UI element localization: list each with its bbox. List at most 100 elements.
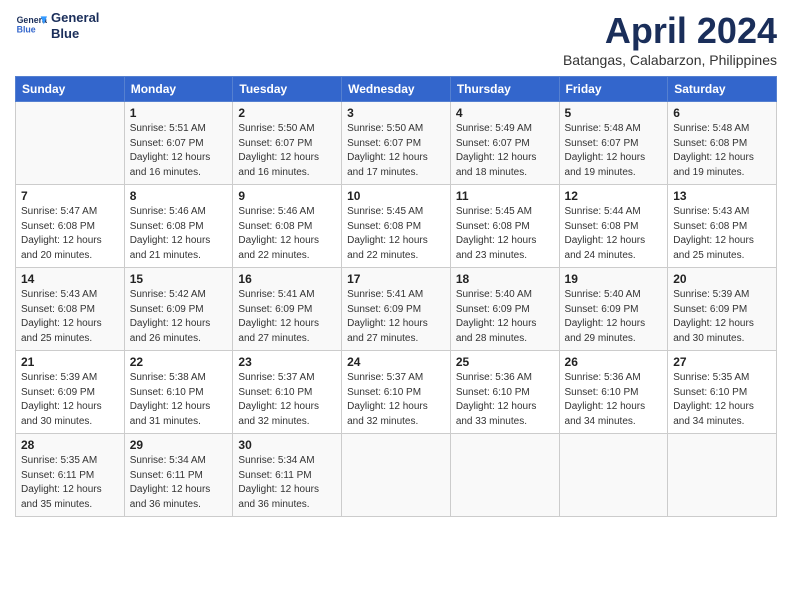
header: General Blue General Blue April 2024 Bat…: [15, 10, 777, 68]
day-header-thursday: Thursday: [450, 77, 559, 102]
day-cell: [450, 434, 559, 517]
day-info: Sunrise: 5:51 AM Sunset: 6:07 PM Dayligh…: [130, 122, 228, 180]
day-info: Sunrise: 5:34 AM Sunset: 6:11 PM Dayligh…: [238, 454, 336, 512]
day-cell: 26Sunrise: 5:36 AM Sunset: 6:10 PM Dayli…: [559, 351, 668, 434]
day-cell: 6Sunrise: 5:48 AM Sunset: 6:08 PM Daylig…: [668, 102, 777, 185]
day-cell: 3 Sunrise: 5:50 AM Sunset: 6:07 PM Daylig…: [342, 102, 451, 185]
day-cell: 19 Sunrise: 5:40 AM Sunset: 6:09 PM Dayli…: [559, 268, 668, 351]
day-cell: 27Sunrise: 5:35 AM Sunset: 6:10 PM Dayli…: [668, 351, 777, 434]
week-row-5: 28 Sunrise: 5:35 AM Sunset: 6:11 PM Dayli…: [16, 434, 777, 517]
day-info: Sunrise: 5:39 AM Sunset: 6:09 PM Dayligh…: [673, 288, 771, 346]
day-number: 3: [347, 106, 445, 120]
day-info: Sunrise: 5:41 AM Sunset: 6:09 PM Dayligh…: [347, 288, 445, 346]
day-info: Sunrise: 5:42 AM Sunset: 6:09 PM Dayligh…: [130, 288, 228, 346]
day-info: Sunrise: 5:36 AM Sunset: 6:10 PM Dayligh…: [565, 371, 663, 429]
day-number: 9: [238, 189, 336, 203]
day-cell: 11Sunrise: 5:45 AM Sunset: 6:08 PM Dayli…: [450, 185, 559, 268]
day-number: 8: [130, 189, 228, 203]
day-number: 28: [21, 438, 119, 452]
day-number: 29: [130, 438, 228, 452]
day-number: 21: [21, 355, 119, 369]
day-number: 17: [347, 272, 445, 286]
day-info: Sunrise: 5:43 AM Sunset: 6:08 PM Dayligh…: [673, 205, 771, 263]
day-header-friday: Friday: [559, 77, 668, 102]
day-info: Sunrise: 5:46 AM Sunset: 6:08 PM Dayligh…: [130, 205, 228, 263]
week-row-2: 7 Sunrise: 5:47 AM Sunset: 6:08 PM Daylig…: [16, 185, 777, 268]
day-cell: 12 Sunrise: 5:44 AM Sunset: 6:08 PM Dayli…: [559, 185, 668, 268]
location-subtitle: Batangas, Calabarzon, Philippines: [563, 52, 777, 68]
logo-icon: General Blue: [15, 10, 47, 42]
day-header-sunday: Sunday: [16, 77, 125, 102]
day-info: Sunrise: 5:49 AM Sunset: 6:07 PM Dayligh…: [456, 122, 554, 180]
svg-text:Blue: Blue: [17, 24, 36, 34]
day-cell: 10 Sunrise: 5:45 AM Sunset: 6:08 PM Dayli…: [342, 185, 451, 268]
day-number: 11: [456, 189, 554, 203]
day-cell: 21 Sunrise: 5:39 AM Sunset: 6:09 PM Dayli…: [16, 351, 125, 434]
day-cell: [668, 434, 777, 517]
day-number: 2: [238, 106, 336, 120]
day-info: Sunrise: 5:36 AM Sunset: 6:10 PM Dayligh…: [456, 371, 554, 429]
day-info: Sunrise: 5:50 AM Sunset: 6:07 PM Dayligh…: [238, 122, 336, 180]
day-info: Sunrise: 5:34 AM Sunset: 6:11 PM Dayligh…: [130, 454, 228, 512]
day-number: 25: [456, 355, 554, 369]
day-cell: 8 Sunrise: 5:46 AM Sunset: 6:08 PM Daylig…: [124, 185, 233, 268]
calendar-table: SundayMondayTuesdayWednesdayThursdayFrid…: [15, 76, 777, 517]
day-info: Sunrise: 5:47 AM Sunset: 6:08 PM Dayligh…: [21, 205, 119, 263]
day-number: 16: [238, 272, 336, 286]
week-row-1: 1 Sunrise: 5:51 AM Sunset: 6:07 PM Daylig…: [16, 102, 777, 185]
week-row-4: 21 Sunrise: 5:39 AM Sunset: 6:09 PM Dayli…: [16, 351, 777, 434]
day-cell: 7 Sunrise: 5:47 AM Sunset: 6:08 PM Daylig…: [16, 185, 125, 268]
day-number: 18: [456, 272, 554, 286]
week-row-3: 14 Sunrise: 5:43 AM Sunset: 6:08 PM Dayli…: [16, 268, 777, 351]
day-cell: 14 Sunrise: 5:43 AM Sunset: 6:08 PM Dayli…: [16, 268, 125, 351]
day-cell: 30 Sunrise: 5:34 AM Sunset: 6:11 PM Dayli…: [233, 434, 342, 517]
day-info: Sunrise: 5:46 AM Sunset: 6:08 PM Dayligh…: [238, 205, 336, 263]
day-cell: 25 Sunrise: 5:36 AM Sunset: 6:10 PM Dayli…: [450, 351, 559, 434]
day-info: Sunrise: 5:50 AM Sunset: 6:07 PM Dayligh…: [347, 122, 445, 180]
day-info: Sunrise: 5:41 AM Sunset: 6:09 PM Dayligh…: [238, 288, 336, 346]
day-number: 7: [21, 189, 119, 203]
day-info: Sunrise: 5:37 AM Sunset: 6:10 PM Dayligh…: [238, 371, 336, 429]
day-cell: 15 Sunrise: 5:42 AM Sunset: 6:09 PM Dayli…: [124, 268, 233, 351]
day-info: Sunrise: 5:35 AM Sunset: 6:10 PM Dayligh…: [673, 371, 771, 429]
day-number: 24: [347, 355, 445, 369]
logo: General Blue General Blue: [15, 10, 99, 42]
day-number: 20: [673, 272, 771, 286]
day-cell: [16, 102, 125, 185]
day-number: 4: [456, 106, 554, 120]
day-info: Sunrise: 5:45 AM Sunset: 6:08 PM Dayligh…: [347, 205, 445, 263]
day-cell: 24Sunrise: 5:37 AM Sunset: 6:10 PM Dayli…: [342, 351, 451, 434]
day-cell: 20 Sunrise: 5:39 AM Sunset: 6:09 PM Dayli…: [668, 268, 777, 351]
day-cell: [342, 434, 451, 517]
day-number: 6: [673, 106, 771, 120]
month-title: April 2024: [563, 10, 777, 52]
day-number: 15: [130, 272, 228, 286]
day-cell: 22Sunrise: 5:38 AM Sunset: 6:10 PM Dayli…: [124, 351, 233, 434]
day-cell: 28 Sunrise: 5:35 AM Sunset: 6:11 PM Dayli…: [16, 434, 125, 517]
day-cell: 1 Sunrise: 5:51 AM Sunset: 6:07 PM Daylig…: [124, 102, 233, 185]
day-info: Sunrise: 5:35 AM Sunset: 6:11 PM Dayligh…: [21, 454, 119, 512]
day-cell: 9 Sunrise: 5:46 AM Sunset: 6:08 PM Daylig…: [233, 185, 342, 268]
day-cell: 16 Sunrise: 5:41 AM Sunset: 6:09 PM Dayli…: [233, 268, 342, 351]
day-cell: 23 Sunrise: 5:37 AM Sunset: 6:10 PM Dayli…: [233, 351, 342, 434]
day-info: Sunrise: 5:39 AM Sunset: 6:09 PM Dayligh…: [21, 371, 119, 429]
day-number: 10: [347, 189, 445, 203]
day-cell: 17 Sunrise: 5:41 AM Sunset: 6:09 PM Dayli…: [342, 268, 451, 351]
day-header-monday: Monday: [124, 77, 233, 102]
day-cell: 5Sunrise: 5:48 AM Sunset: 6:07 PM Daylig…: [559, 102, 668, 185]
day-number: 30: [238, 438, 336, 452]
day-number: 5: [565, 106, 663, 120]
day-info: Sunrise: 5:44 AM Sunset: 6:08 PM Dayligh…: [565, 205, 663, 263]
title-area: April 2024 Batangas, Calabarzon, Philipp…: [563, 10, 777, 68]
header-row: SundayMondayTuesdayWednesdayThursdayFrid…: [16, 77, 777, 102]
day-number: 14: [21, 272, 119, 286]
day-number: 23: [238, 355, 336, 369]
day-header-saturday: Saturday: [668, 77, 777, 102]
day-number: 12: [565, 189, 663, 203]
day-info: Sunrise: 5:40 AM Sunset: 6:09 PM Dayligh…: [565, 288, 663, 346]
day-number: 19: [565, 272, 663, 286]
day-info: Sunrise: 5:43 AM Sunset: 6:08 PM Dayligh…: [21, 288, 119, 346]
day-cell: 13Sunrise: 5:43 AM Sunset: 6:08 PM Dayli…: [668, 185, 777, 268]
day-number: 22: [130, 355, 228, 369]
day-number: 1: [130, 106, 228, 120]
